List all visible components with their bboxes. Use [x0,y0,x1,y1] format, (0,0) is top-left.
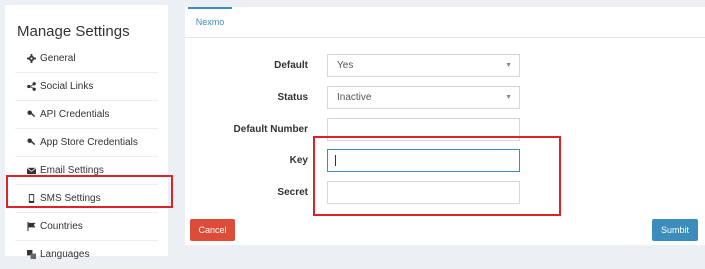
cancel-button[interactable]: Cancel [190,219,235,241]
secret-label: Secret [277,187,308,198]
flag-icon [27,222,36,231]
sidebar-item-label: General [40,53,76,64]
sidebar-item-countries[interactable]: Countries [15,213,158,241]
sidebar-item-languages[interactable]: Languages [15,241,158,269]
gear-icon [27,54,36,63]
sidebar-item-label: Social Links [40,81,94,92]
key-icon [27,138,36,146]
key-icon [27,110,36,118]
sidebar-item-label: App Store Credentials [40,137,138,148]
chevron-down-icon: ▼ [505,94,512,101]
sidebar-item-general[interactable]: General [15,45,158,73]
tab-nexmo[interactable]: Nexmo [188,7,232,37]
sidebar-item-label: Countries [40,221,83,232]
default-select-value: Yes [337,60,354,71]
status-select[interactable]: Inactive ▼ [327,86,520,109]
default-label: Default [274,60,308,71]
settings-panel: Nexmo Default Yes ▼ Status Inactive ▼ De… [185,7,705,245]
sms-settings-highlight [6,175,173,208]
tab-bar: Nexmo [185,7,705,38]
sidebar-item-social-links[interactable]: Social Links [15,73,158,101]
default-number-label: Default Number [233,124,308,135]
sidebar-item-api-credentials[interactable]: API Credentials [15,101,158,129]
key-label: Key [289,155,308,166]
sidebar-item-label: API Credentials [40,109,110,120]
status-select-value: Inactive [337,92,372,103]
envelope-icon [27,167,36,175]
key-secret-highlight [313,136,561,216]
settings-menu: General Social Links API Credentials App… [5,45,168,269]
settings-sidebar: Manage Settings General Social Links API… [5,5,168,269]
sidebar-item-label: Languages [40,249,90,260]
language-icon [27,250,36,259]
share-icon [27,82,36,91]
default-select[interactable]: Yes ▼ [327,54,520,77]
sidebar-item-app-store-credentials[interactable]: App Store Credentials [15,129,158,157]
status-label: Status [277,92,308,103]
submit-button[interactable]: Sumbit [652,219,698,241]
sidebar-title: Manage Settings [17,23,130,40]
chevron-down-icon: ▼ [505,62,512,69]
